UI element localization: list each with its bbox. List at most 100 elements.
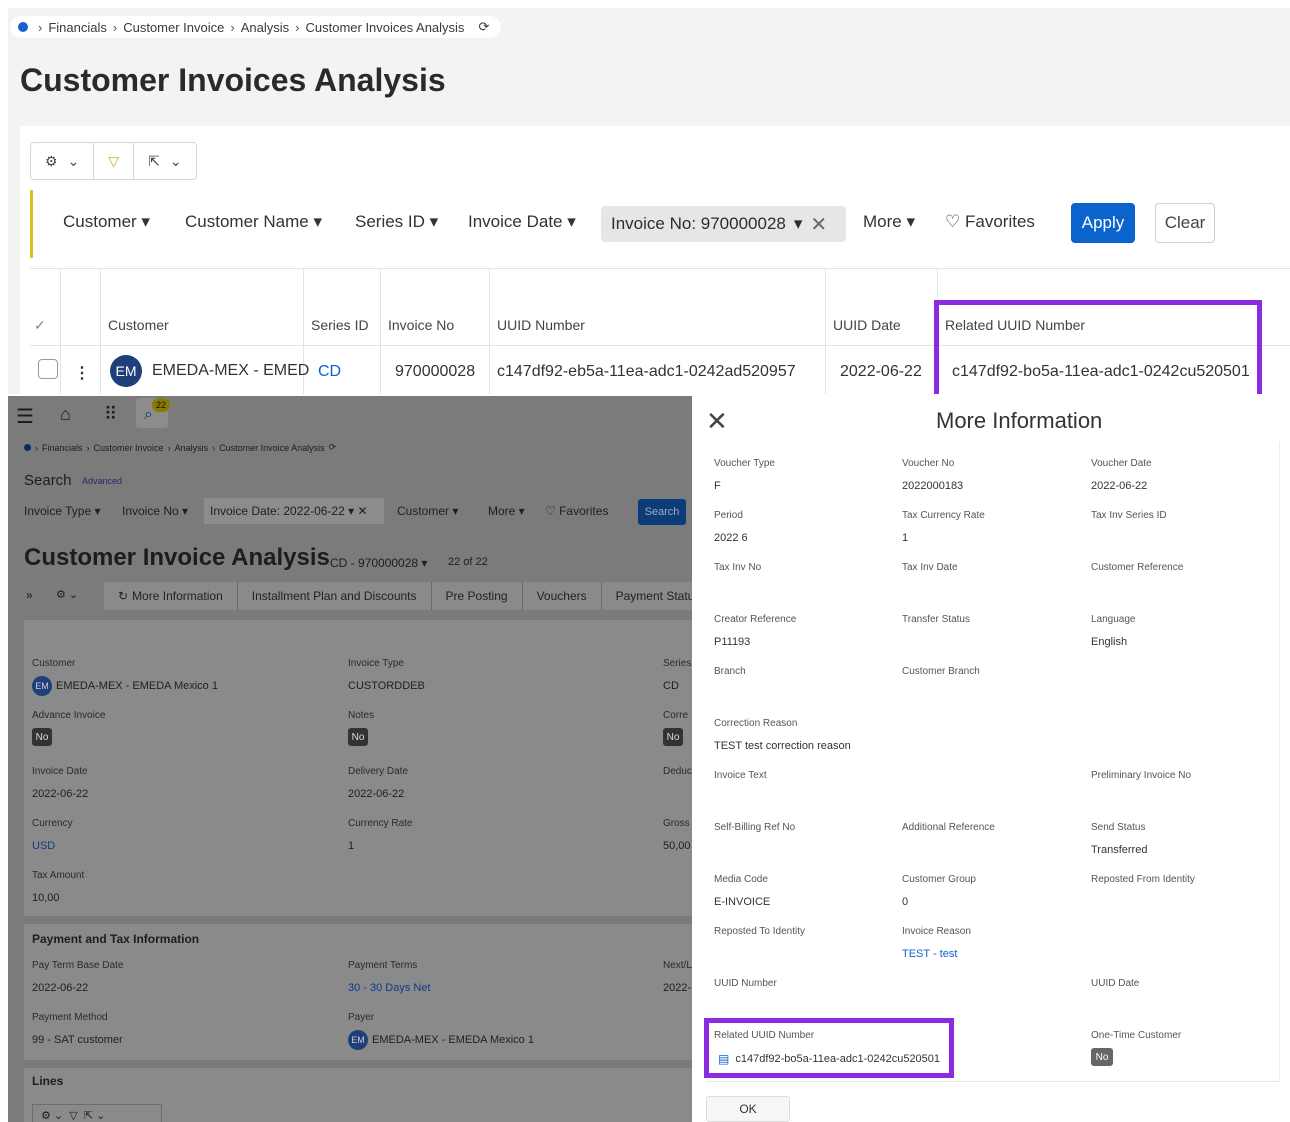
filter-customer-name[interactable]: Customer Name ▾	[185, 212, 322, 232]
row-checkbox[interactable]	[38, 359, 58, 379]
period-value: 2022 6	[714, 532, 748, 544]
filter-chip-invoice-no[interactable]: Invoice No: 970000028 ▾ ✕	[601, 206, 846, 242]
tab-vouchers[interactable]: Vouchers	[523, 582, 602, 610]
breadcrumb-item[interactable]: Customer Invoice	[94, 443, 164, 453]
home-dot-icon[interactable]	[24, 444, 31, 451]
breadcrumb-item[interactable]: Customer Invoice Analysis	[219, 443, 325, 453]
filter-invoice-type[interactable]: Invoice Type ▾	[24, 504, 101, 518]
heart-icon: ♡	[945, 212, 961, 231]
currency-link[interactable]: USD	[32, 840, 55, 852]
apps-grid-icon[interactable]: ⠿	[104, 404, 117, 425]
chevron-right-icon: ›	[167, 442, 171, 453]
period-label: Period	[714, 510, 743, 521]
chevron-right-icon: ›	[295, 19, 300, 35]
close-icon[interactable]: ✕	[706, 406, 728, 437]
payer-value[interactable]: EM EMEDA-MEX - EMEDA Mexico 1	[348, 1030, 534, 1050]
export-menu-button[interactable]: ⇱ ⌄	[133, 143, 195, 179]
filter-more[interactable]: More ▾	[863, 212, 915, 232]
refresh-icon[interactable]: ⟳	[478, 19, 489, 35]
filter-chip-invoice-date[interactable]: Invoice Date: 2022-06-22 ▾ ✕	[204, 498, 384, 524]
settings-menu-button[interactable]: ⚙ ⌄	[31, 143, 93, 179]
close-icon[interactable]: ✕	[810, 212, 827, 237]
customer-group-value: 0	[902, 896, 909, 908]
avatar: EM	[110, 355, 142, 387]
breadcrumb-item[interactable]: Financials	[48, 20, 107, 35]
search-nav-button[interactable]: ⌕ 22	[136, 398, 170, 428]
voucher-no-value: 2022000183	[902, 480, 964, 492]
apply-button[interactable]: Apply	[1071, 203, 1135, 243]
invoice-text-label: Invoice Text	[714, 770, 767, 781]
record-selector[interactable]: CD - 970000028 ▾	[330, 556, 427, 570]
cell-uuid-number: c147df92-eb5a-11ea-adc1-0242ad520957	[497, 363, 796, 380]
notification-badge: 22	[152, 398, 170, 412]
voucher-type-value: F	[714, 480, 721, 492]
delivery-date-value: 2022-06-22	[348, 788, 405, 800]
customer-value[interactable]: EM EMEDA-MEX - EMEDA Mexico 1	[32, 676, 218, 696]
caret-down-icon: ▾	[141, 212, 150, 231]
series-label: Series	[663, 658, 692, 669]
filter-customer[interactable]: Customer ▾	[63, 212, 150, 232]
expand-icon[interactable]: »	[26, 588, 33, 602]
voucher-type-label: Voucher Type	[714, 458, 775, 469]
command-tabs: ↻ More Information Installment Plan and …	[104, 582, 692, 610]
refresh-icon[interactable]: ⟳	[329, 442, 337, 453]
chevron-down-icon: ⌄	[67, 152, 80, 169]
tab-pre-posting[interactable]: Pre Posting	[432, 582, 523, 610]
delivery-date-label: Delivery Date	[348, 766, 409, 777]
preliminary-invoice-label: Preliminary Invoice No	[1091, 770, 1192, 781]
customer-value: EMEDA-MEX - EMED	[152, 362, 310, 379]
hamburger-menu-icon[interactable]: ☰	[16, 404, 34, 429]
correction-badge: No	[663, 728, 683, 746]
column-header-customer[interactable]: Customer	[108, 317, 169, 333]
breadcrumb-item[interactable]: Analysis	[241, 20, 289, 35]
favorites-button[interactable]: ♡ Favorites	[545, 504, 608, 518]
series-value: CD	[663, 680, 679, 692]
media-code-label: Media Code	[714, 874, 768, 885]
ok-button[interactable]: OK	[706, 1096, 790, 1122]
invoice-reason-label: Invoice Reason	[902, 926, 971, 937]
tab-payment-status[interactable]: Payment Status	[602, 582, 692, 610]
breadcrumb-item[interactable]: Customer Invoices Analysis	[305, 20, 464, 35]
caret-down-icon: ▾	[567, 212, 576, 231]
lines-toolbar[interactable]: ⚙ ⌄ ▽ ⇱ ⌄	[32, 1104, 162, 1122]
breadcrumb-item[interactable]: Financials	[42, 443, 83, 453]
column-header-series-id[interactable]: Series ID	[311, 317, 369, 333]
column-header-uuid-date[interactable]: UUID Date	[833, 317, 901, 333]
currency-rate-label: Currency Rate	[348, 818, 413, 829]
tab-more-information[interactable]: ↻ More Information	[104, 582, 238, 610]
filter-more[interactable]: More ▾	[488, 504, 525, 518]
filter-customer[interactable]: Customer ▾	[397, 504, 458, 518]
select-all-checkmark-icon[interactable]: ✓	[34, 317, 46, 334]
filter-series-id[interactable]: Series ID ▾	[355, 212, 438, 232]
pay-term-base-date-value: 2022-06-22	[32, 982, 89, 994]
filter-invoice-no[interactable]: Invoice No ▾	[122, 504, 188, 518]
column-header-invoice-no[interactable]: Invoice No	[388, 317, 454, 333]
cell-series-id[interactable]: CD	[318, 363, 341, 381]
branch-label: Branch	[714, 666, 746, 677]
payment-terms-link[interactable]: 30 - 30 Days Net	[348, 982, 431, 994]
breadcrumb-item[interactable]: Analysis	[175, 443, 209, 453]
caret-down-icon: ▾	[313, 212, 323, 231]
clear-button[interactable]: Clear	[1155, 203, 1215, 243]
chevron-right-icon: ›	[212, 442, 216, 453]
export-icon: ⇱	[148, 152, 160, 169]
tab-installment-plan[interactable]: Installment Plan and Discounts	[238, 582, 432, 610]
filter-invoice-date[interactable]: Invoice Date ▾	[468, 212, 576, 232]
advanced-search-link[interactable]: Advanced	[82, 476, 122, 486]
search-button[interactable]: Search	[638, 499, 686, 525]
filter-button[interactable]: ▽	[93, 143, 133, 179]
breadcrumb-item[interactable]: Customer Invoice	[123, 20, 224, 35]
column-header-uuid-number[interactable]: UUID Number	[497, 317, 585, 333]
reposted-to-label: Reposted To Identity	[714, 926, 805, 937]
home-icon[interactable]: ⌂	[60, 404, 71, 425]
notes-label: Notes	[348, 710, 375, 721]
next-value: 2022-	[663, 982, 692, 994]
favorites-button[interactable]: ♡ Favorites	[945, 212, 1035, 232]
row-menu-icon[interactable]: ⋮	[74, 363, 90, 383]
creator-reference-label: Creator Reference	[714, 614, 797, 625]
breadcrumb: › Financials › Customer Invoice › Analysis …	[24, 442, 336, 453]
actions-menu-icon[interactable]: ⚙ ⌄	[56, 588, 78, 601]
invoice-reason-link[interactable]: TEST - test	[902, 948, 957, 960]
caret-down-icon[interactable]: ▾	[794, 214, 803, 234]
home-dot-icon[interactable]	[18, 22, 28, 32]
